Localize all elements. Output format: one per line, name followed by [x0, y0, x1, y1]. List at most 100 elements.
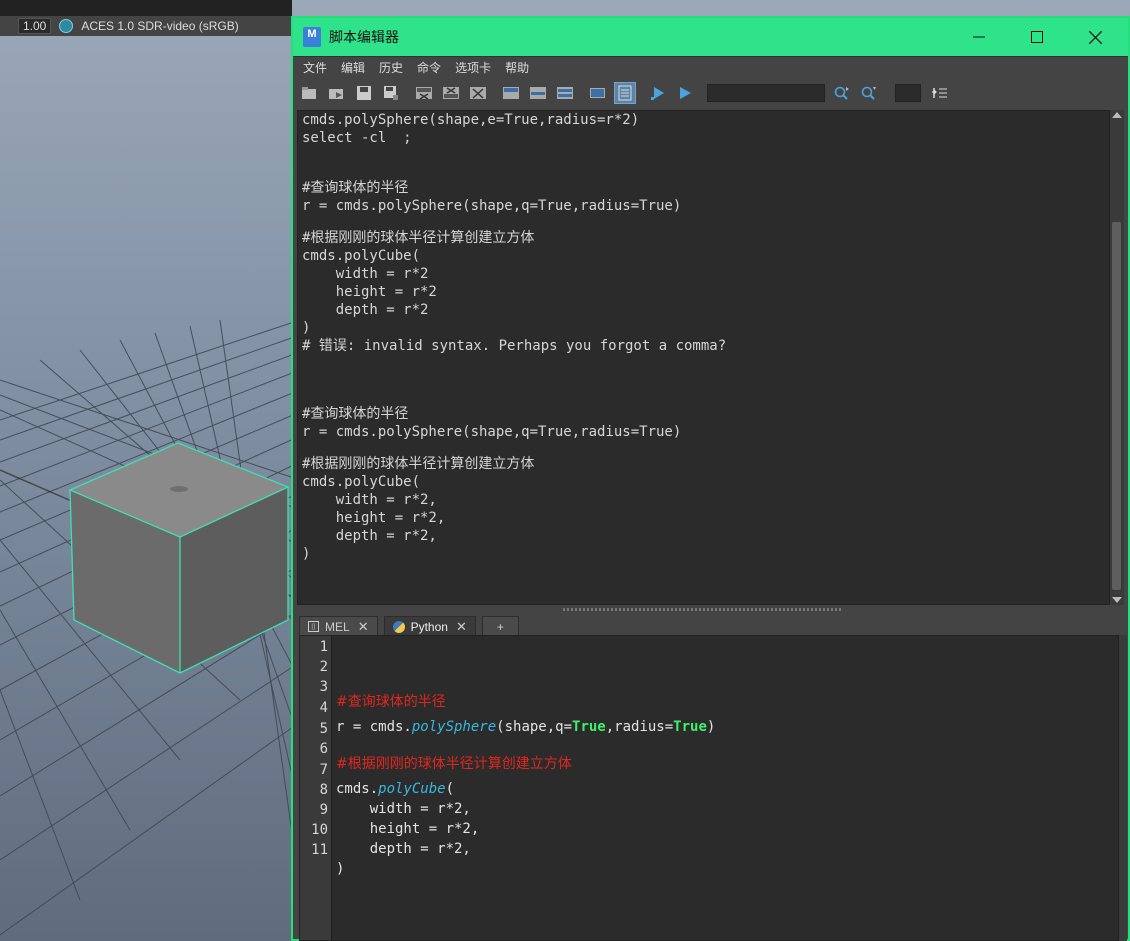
menu-help[interactable]: 帮助: [505, 59, 529, 76]
history-line: cmds.polySphere(shape,e=True,radius=r*2): [302, 112, 640, 128]
code-line-6: #根据刚刚的球体半径计算创建立方体: [336, 754, 572, 774]
history-error-line: # 错误: invalid syntax. Perhaps you forgot…: [302, 338, 727, 354]
maximize-button[interactable]: [1008, 18, 1066, 56]
script-editor-window: M 脚本编辑器 文件 编辑 历史 命令 选项卡 帮助 cmds.polySphe…: [291, 16, 1130, 941]
script-tabs: ⌷ MEL ✕ Python ✕ +: [299, 616, 525, 636]
tab-label: Python: [410, 619, 448, 634]
line-number: 4: [319, 700, 328, 716]
menu-history[interactable]: 历史: [379, 59, 403, 76]
menu-bar: 文件 编辑 历史 命令 选项卡 帮助: [293, 56, 1128, 78]
history-input-icon[interactable]: [614, 82, 636, 104]
line-number: 8: [319, 782, 328, 798]
history-line: r = cmds.polySphere(shape,q=True,radius=…: [302, 424, 682, 440]
exposure-field[interactable]: 1.00: [18, 18, 52, 34]
add-tab-button[interactable]: +: [481, 616, 519, 636]
viewport-menu-strip: [0, 0, 292, 16]
line-number: 5: [319, 721, 328, 737]
history-line: select -cl ;: [302, 130, 412, 146]
save-script-icon[interactable]: [353, 82, 375, 104]
echo-all-commands-icon[interactable]: [500, 82, 522, 104]
code-comment: #根据刚刚的球体半径计算创建立方体: [336, 756, 572, 772]
code-line-10: depth = r*2,: [336, 841, 471, 857]
goto-line-field[interactable]: [895, 84, 921, 102]
history-line: depth = r*2,: [302, 528, 437, 544]
close-tab-icon[interactable]: ✕: [358, 619, 369, 635]
line-number: 7: [319, 762, 328, 778]
search-input[interactable]: [707, 84, 825, 102]
window-title: 脚本编辑器: [329, 30, 399, 46]
code-token: ): [706, 719, 716, 735]
viewport-panel-bar: 1.00 ACES 1.0 SDR-video (sRGB): [0, 0, 292, 36]
menu-file[interactable]: 文件: [303, 59, 327, 76]
tab-mel[interactable]: ⌷ MEL ✕: [299, 616, 378, 636]
code-keyword: True: [673, 719, 707, 735]
code-token: (: [445, 781, 455, 797]
history-line: #根据刚刚的球体半径计算创建立方体: [302, 456, 535, 472]
execute-all-icon[interactable]: [647, 82, 669, 104]
scroll-up-arrow-icon[interactable]: [1112, 112, 1122, 118]
clear-history-icon[interactable]: [413, 82, 435, 104]
history-line: width = r*2: [302, 266, 429, 282]
history-output-pane[interactable]: cmds.polySphere(shape,e=True,radius=r*2)…: [297, 110, 1110, 605]
toolbar: [293, 78, 1128, 108]
save-script-to-shelf-icon[interactable]: [380, 82, 402, 104]
menu-tabs[interactable]: 选项卡: [455, 59, 491, 76]
open-script-icon[interactable]: [299, 82, 321, 104]
execute-icon[interactable]: [674, 82, 696, 104]
line-number-gutter: 1 2 3 4 5 6 7 8 9 10 11: [300, 636, 332, 940]
code-line-3: #查询球体的半径: [336, 692, 446, 712]
line-number: 11: [311, 842, 328, 858]
history-line: depth = r*2: [302, 302, 429, 318]
input-scrollbar[interactable]: [1119, 635, 1127, 941]
history-scrollbar[interactable]: [1110, 110, 1124, 605]
tab-label: MEL: [325, 619, 350, 634]
script-input-editor[interactable]: 1 2 3 4 5 6 7 8 9 10 11 #查询球体的半径 r = cmd…: [299, 635, 1119, 941]
maya-app-icon: M: [303, 27, 321, 47]
clear-all-icon[interactable]: [467, 82, 489, 104]
clear-input-icon[interactable]: [440, 82, 462, 104]
goto-line-icon[interactable]: [929, 82, 951, 104]
history-blank-line: [302, 147, 1109, 165]
history-line: #根据刚刚的球体半径计算创建立方体: [302, 230, 535, 246]
color-management-icon[interactable]: [59, 19, 74, 33]
view-transform-label[interactable]: ACES 1.0 SDR-video (sRGB): [81, 19, 238, 33]
minimize-icon: [973, 36, 985, 38]
close-tab-icon[interactable]: ✕: [456, 619, 467, 635]
line-number: 10: [311, 822, 328, 838]
history-only-icon[interactable]: [554, 82, 576, 104]
code-function: polySphere: [411, 719, 497, 735]
line-number: 9: [319, 802, 328, 818]
menu-command[interactable]: 命令: [417, 59, 441, 76]
code-line-9: height = r*2,: [336, 821, 480, 837]
pane-splitter-handle[interactable]: [563, 608, 843, 611]
code-line-8: width = r*2,: [336, 801, 471, 817]
line-number: 1: [319, 639, 328, 655]
history-line: ): [302, 546, 311, 562]
line-number: 3: [319, 679, 328, 695]
history-line: ): [302, 320, 311, 336]
title-bar[interactable]: M 脚本编辑器: [293, 18, 1128, 56]
history-line: #查询球体的半径: [302, 180, 409, 196]
search-back-icon[interactable]: [858, 82, 880, 104]
line-number: 6: [319, 741, 328, 757]
history-line: height = r*2: [302, 284, 437, 300]
code-token: cmds.: [336, 781, 379, 797]
code-token: ,radius=: [605, 719, 674, 735]
search-forward-icon[interactable]: [831, 82, 853, 104]
menu-edit[interactable]: 编辑: [341, 59, 365, 76]
show-line-numbers-icon[interactable]: [527, 82, 549, 104]
show-stack-trace-icon[interactable]: [587, 82, 609, 104]
add-tab-label: +: [496, 619, 504, 634]
scroll-thumb[interactable]: [1112, 222, 1121, 590]
code-line-4: r = cmds.polySphere(shape,q=True,radius=…: [336, 717, 715, 737]
code-function: polyCube: [378, 781, 446, 797]
close-button[interactable]: [1066, 18, 1124, 56]
history-line: height = r*2,: [302, 510, 446, 526]
history-line: r = cmds.polySphere(shape,q=True,radius=…: [302, 198, 682, 214]
source-script-icon[interactable]: [326, 82, 348, 104]
code-line-11: ): [336, 861, 345, 877]
tab-python[interactable]: Python ✕: [383, 616, 476, 636]
scroll-down-arrow-icon[interactable]: [1112, 597, 1122, 603]
minimize-button[interactable]: [950, 18, 1008, 56]
code-keyword: True: [572, 719, 606, 735]
